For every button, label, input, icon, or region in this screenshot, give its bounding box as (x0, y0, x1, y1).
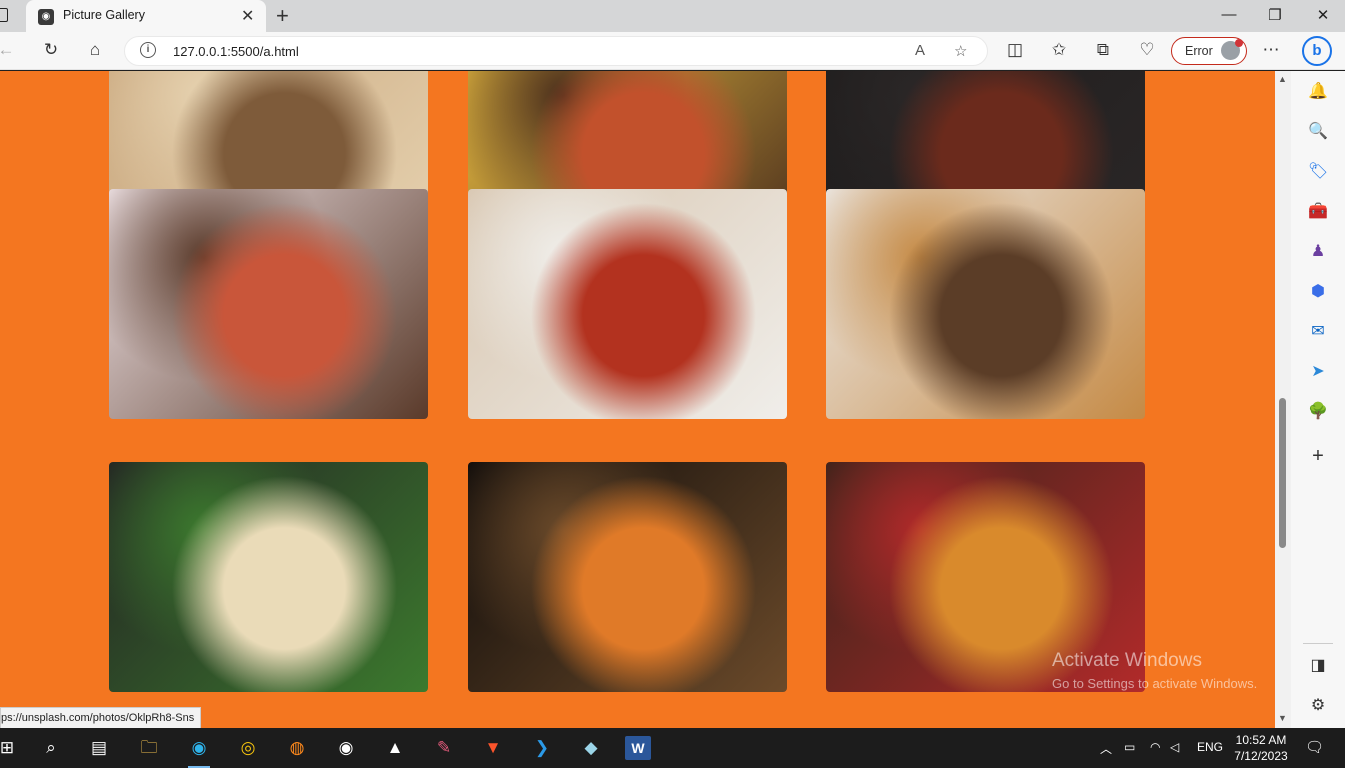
favorite-star-icon[interactable]: ☆ (954, 42, 967, 60)
favorites-icon[interactable]: ✩ (1047, 40, 1071, 60)
gallery-photo[interactable] (826, 189, 1145, 419)
scroll-up-icon[interactable]: ▲ (1278, 74, 1287, 84)
gallery-photo[interactable] (109, 189, 428, 419)
new-tab-button[interactable]: + (276, 3, 289, 29)
tools-briefcase-icon[interactable]: 🧰 (1305, 199, 1331, 225)
edge-browser-icon[interactable]: ◉ (184, 734, 214, 768)
error-label: Error (1185, 44, 1213, 58)
tray-chevron-icon[interactable]: ︿ (1100, 740, 1112, 757)
minimize-button[interactable]: — (1214, 6, 1244, 23)
hide-sidebar-icon[interactable]: ◨ (1305, 653, 1331, 679)
notepad-icon[interactable]: ◆ (576, 734, 606, 762)
word-icon[interactable]: W (625, 736, 651, 760)
clock-date: 7/12/2023 (1234, 749, 1288, 763)
gallery-photo[interactable] (109, 462, 428, 692)
start-windows-icon[interactable]: ⊞ (0, 734, 22, 762)
collections-icon[interactable]: ⧉ (1091, 40, 1115, 60)
edge-sidebar: 🔔 🔍 🏷 🧰 ♟ ⬢ ✉ ➤ 🌳 + ◨ ⚙ (1291, 71, 1345, 728)
battery-icon[interactable]: ▭ (1124, 740, 1135, 754)
notifications-bell-icon[interactable]: 🔔 (1305, 79, 1331, 105)
site-info-icon[interactable]: i (140, 42, 156, 58)
activation-watermark-title: Activate Windows (1052, 650, 1202, 671)
clock-time: 10:52 AM (1235, 733, 1287, 747)
volume-icon[interactable]: ◁ (1170, 740, 1179, 754)
favicon-icon: ◉ (38, 9, 54, 25)
refresh-icon[interactable]: ↻ (39, 40, 63, 60)
bing-copilot-icon[interactable]: b (1302, 36, 1332, 66)
tab-close-button[interactable]: ✕ (241, 6, 254, 26)
brave-icon[interactable]: ▼ (478, 734, 508, 762)
window-icon (0, 8, 8, 22)
vscode-icon[interactable]: ❯ (527, 734, 557, 762)
notification-center-icon[interactable]: 🗨 (1305, 738, 1324, 756)
microsoft365-icon[interactable]: ⬢ (1305, 279, 1331, 305)
games-chess-icon[interactable]: ♟ (1305, 239, 1331, 265)
close-window-button[interactable]: ✕ (1308, 6, 1338, 24)
wifi-icon[interactable]: ◠ (1150, 740, 1160, 754)
home-icon[interactable]: ⌂ (83, 40, 107, 60)
read-aloud-icon[interactable]: A (915, 42, 925, 59)
gallery-photo[interactable] (468, 462, 787, 692)
profile-error-button[interactable]: Error (1171, 37, 1247, 65)
windows-taskbar: ⊞ ⌕ ▤ 🗀 ◉ ◎ ◍ ◉ ▲ ✎ ▼ ❯ ◆ W ︿ ▭ ◠ ◁ ENG … (0, 728, 1345, 768)
file-explorer-icon[interactable]: 🗀 (134, 734, 164, 762)
browser-toolbar: ← ↻ ⌂ i 127.0.0.1:5500/a.html A ☆ ◫ ✩ ⧉ … (0, 32, 1345, 70)
scroll-down-icon[interactable]: ▼ (1278, 713, 1287, 723)
split-screen-icon[interactable]: ◫ (1003, 40, 1027, 60)
add-sidebar-app-icon[interactable]: + (1305, 443, 1331, 469)
firefox-icon[interactable]: ◍ (282, 734, 312, 762)
system-clock[interactable]: 10:52 AM 7/12/2023 (1233, 732, 1289, 764)
tab-title: Picture Gallery (63, 8, 145, 22)
task-view-icon[interactable]: ▤ (84, 734, 114, 762)
page-scrollbar[interactable]: ▲ ▼ (1275, 71, 1291, 728)
shopping-tag-icon[interactable]: 🏷 (1305, 159, 1331, 185)
browser-titlebar: ◉ Picture Gallery ✕ + — ❐ ✕ (0, 0, 1345, 32)
tree-icon[interactable]: 🌳 (1305, 399, 1331, 425)
search-icon[interactable]: 🔍 (1305, 119, 1331, 145)
drop-icon[interactable]: ➤ (1305, 359, 1331, 385)
outlook-icon[interactable]: ✉ (1305, 319, 1331, 345)
performance-icon[interactable]: ♡ (1135, 40, 1159, 60)
language-indicator[interactable]: ENG (1197, 740, 1223, 754)
back-icon[interactable]: ← (0, 40, 18, 60)
sidebar-divider (1303, 643, 1333, 644)
restore-button[interactable]: ❐ (1260, 6, 1290, 24)
scroll-thumb[interactable] (1279, 398, 1286, 548)
photos-icon[interactable]: ▲ (380, 734, 410, 762)
gallery-photo[interactable] (468, 189, 787, 419)
obs-icon[interactable]: ◉ (331, 734, 361, 762)
taskbar-search-icon[interactable]: ⌕ (36, 734, 66, 762)
page-content (0, 71, 1275, 728)
more-menu-icon[interactable]: ⋯ (1259, 40, 1283, 60)
url-text[interactable]: 127.0.0.1:5500/a.html (173, 44, 299, 59)
address-bar[interactable]: i 127.0.0.1:5500/a.html A ☆ (124, 36, 988, 66)
status-link-url: ps://unsplash.com/photos/OklpRh8-Sns (0, 707, 202, 729)
chrome-icon[interactable]: ◎ (233, 734, 263, 762)
settings-gear-icon[interactable]: ⚙ (1305, 693, 1331, 719)
paint-icon[interactable]: ✎ (429, 734, 459, 762)
error-dot-icon (1235, 39, 1243, 47)
activation-watermark-subtitle: Go to Settings to activate Windows. (1052, 676, 1258, 691)
tab-picture-gallery[interactable]: ◉ Picture Gallery ✕ (26, 0, 266, 32)
